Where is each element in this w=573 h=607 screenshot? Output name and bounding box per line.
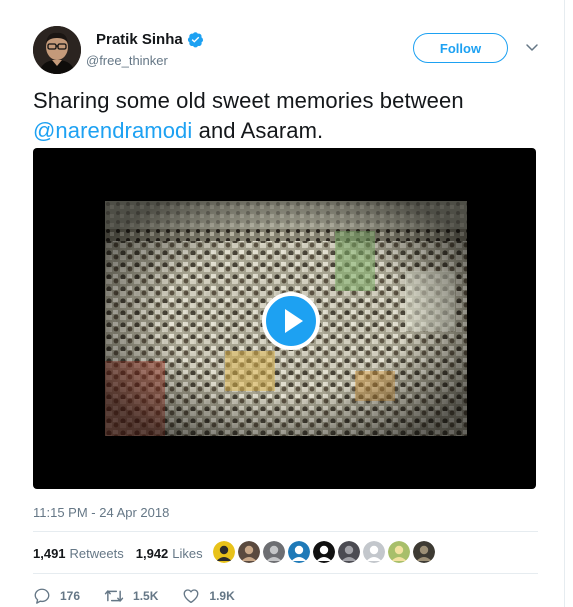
likes-label: Likes [172,545,203,561]
card-border [564,0,565,607]
tweet-text-part: and Asaram. [192,118,324,143]
liker-avatar-5-icon[interactable] [313,541,335,563]
liker-avatars [213,541,435,563]
liker-avatar-7-icon[interactable] [363,541,385,563]
tweet-timestamp[interactable]: 11:15 PM - 24 Apr 2018 [33,505,169,520]
divider [33,531,538,532]
likes-stat[interactable]: 1,942 Likes [136,546,203,561]
liker-avatar-8-icon[interactable] [388,541,410,563]
liker-avatar-9-icon[interactable] [413,541,435,563]
follow-button[interactable]: Follow [413,33,508,63]
heart-icon [182,587,200,605]
tweet-text: Sharing some old sweet memories between … [33,86,538,146]
reply-icon [33,587,51,605]
tweet-text-part: Sharing some old sweet memories between [33,88,464,113]
liker-avatar-2-icon[interactable] [238,541,260,563]
author-display-name[interactable]: Pratik Sinha [96,31,183,48]
verified-badge-icon [187,31,204,48]
liker-avatar-1-icon[interactable] [213,541,235,563]
play-icon[interactable] [262,292,320,350]
reply-button[interactable]: 176 [33,587,80,605]
like-count: 1.9K [209,589,235,603]
tweet-actions: 176 1.5K 1.9K [33,585,259,607]
reply-count: 176 [60,589,81,603]
liker-avatar-3-icon[interactable] [263,541,285,563]
chevron-down-icon[interactable] [525,40,539,54]
retweets-count: 1,491 [33,545,66,561]
video-player[interactable] [33,148,536,489]
mention-link[interactable]: @narendramodi [33,118,192,143]
engagement-stats: 1,491 Retweets 1,942 Likes [33,541,215,565]
author-handle[interactable]: @free_thinker [86,53,168,68]
retweets-stat[interactable]: 1,491 Retweets [33,546,124,561]
retweet-count: 1.5K [133,589,159,603]
liker-avatar-4-icon[interactable] [288,541,310,563]
retweets-label: Retweets [69,545,124,561]
retweet-icon [104,587,124,605]
author-avatar[interactable] [33,26,81,74]
tweet-header: Pratik Sinha @free_thinker Follow [33,26,543,74]
tweet-card: Pratik Sinha @free_thinker Follow Sharin… [0,0,573,607]
liker-avatar-6-icon[interactable] [338,541,360,563]
author-name-row: Pratik Sinha [96,31,204,48]
like-button[interactable]: 1.9K [182,587,235,605]
retweet-button[interactable]: 1.5K [104,587,158,605]
divider [33,573,538,574]
likes-count: 1,942 [135,545,169,561]
